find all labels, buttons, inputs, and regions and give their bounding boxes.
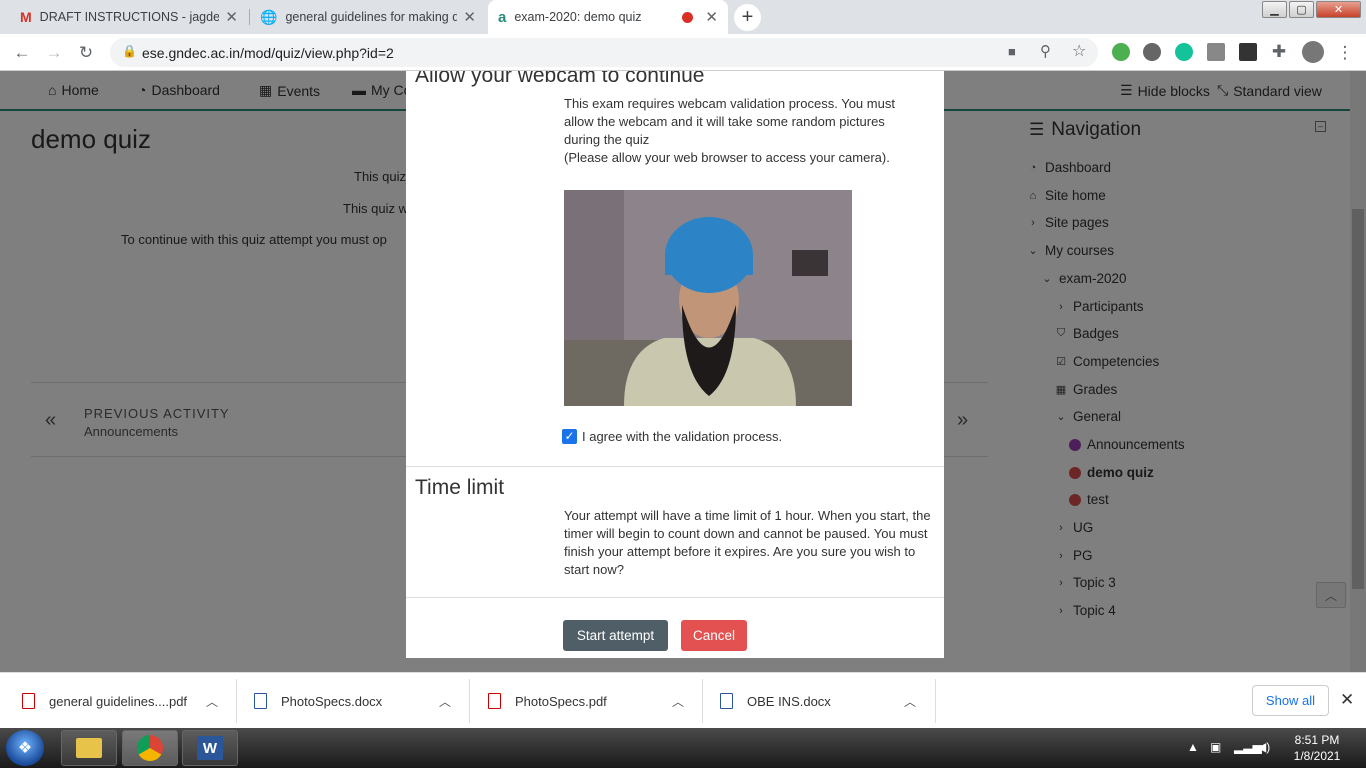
close-icon[interactable]: ✕ xyxy=(705,8,718,26)
download-filename: PhotoSpecs.pdf xyxy=(515,693,607,709)
windows-start-button[interactable]: ❖ xyxy=(6,730,44,766)
word-file-icon xyxy=(720,693,733,709)
extension-icon[interactable] xyxy=(1112,43,1130,61)
webcam-heading: Allow your webcam to continue xyxy=(415,71,705,87)
browser-tab-strip: M DRAFT INSTRUCTIONS - jagdeep ✕ 🌐 gener… xyxy=(0,0,1366,34)
windows-taskbar: ❖ W ▲ ▣ ▂▃▅ ◀) 8:51 PM 1/8/2021 xyxy=(0,728,1366,768)
extension-icon[interactable] xyxy=(1143,43,1161,61)
download-item[interactable]: OBE INS.docx ︿ xyxy=(720,673,934,729)
action-center-icon[interactable]: ▣ xyxy=(1210,740,1221,754)
clock-date: 1/8/2021 xyxy=(1293,749,1341,763)
star-icon[interactable]: ☆ xyxy=(1072,41,1086,61)
tab-title: general guidelines for making qu xyxy=(285,10,458,24)
download-item[interactable]: PhotoSpecs.docx ︿ xyxy=(254,673,468,729)
lock-icon: 🔒 xyxy=(122,44,137,58)
page-content: ⌂Home ◔Dashboard ▦Events ▬My Co ☰Hide bl… xyxy=(0,71,1366,672)
taskbar-explorer[interactable] xyxy=(61,730,117,766)
volume-icon[interactable]: ◀) xyxy=(1257,740,1270,754)
download-item[interactable]: PhotoSpecs.pdf ︿ xyxy=(488,673,702,729)
system-clock[interactable]: 8:51 PM 1/8/2021 xyxy=(1286,732,1348,764)
close-icon[interactable]: ✕ xyxy=(1340,690,1354,710)
pdf-extension-icon[interactable] xyxy=(1207,43,1225,61)
divider xyxy=(469,679,470,723)
recording-icon xyxy=(682,11,694,23)
webcam-text: This exam requires webcam validation pro… xyxy=(564,96,895,147)
chevron-up-icon[interactable]: ︿ xyxy=(439,693,451,710)
tab-demo-quiz[interactable]: a exam-2020: demo quiz ✕ xyxy=(488,0,728,34)
windows-logo-icon: ❖ xyxy=(17,740,33,757)
download-filename: PhotoSpecs.docx xyxy=(281,693,383,709)
downloads-bar: general guidelines....pdf ︿ PhotoSpecs.d… xyxy=(0,672,1366,728)
avatar[interactable] xyxy=(1302,41,1324,63)
download-item[interactable]: general guidelines....pdf ︿ xyxy=(22,673,236,729)
back-icon[interactable]: ← xyxy=(11,42,33,64)
webcam-description: This exam requires webcam validation pro… xyxy=(564,95,924,167)
tab-guidelines[interactable]: 🌐 general guidelines for making qu ✕ xyxy=(250,0,486,34)
address-bar[interactable]: 🔒 ese.gndec.ac.in/mod/quiz/view.php?id=2… xyxy=(110,38,1098,67)
chrome-icon xyxy=(137,735,163,761)
word-icon: W xyxy=(197,736,223,760)
grammarly-icon[interactable] xyxy=(1175,43,1193,61)
show-all-downloads-button[interactable]: Show all xyxy=(1252,685,1329,716)
menu-icon[interactable]: ⋮ xyxy=(1334,42,1356,64)
minimize-button[interactable]: ▁ xyxy=(1262,1,1287,18)
taskbar-word[interactable]: W xyxy=(182,730,238,766)
word-file-icon xyxy=(254,693,267,709)
maximize-button[interactable]: ▢ xyxy=(1289,1,1314,18)
folder-icon xyxy=(76,738,102,758)
divider xyxy=(236,679,237,723)
extension-icon[interactable] xyxy=(1239,43,1257,61)
browser-toolbar: ← → ↻ 🔒 ese.gndec.ac.in/mod/quiz/view.ph… xyxy=(0,34,1366,71)
agree-checkbox-row[interactable]: ✓ I agree with the validation process. xyxy=(562,429,782,444)
gmail-icon: M xyxy=(20,9,32,25)
start-attempt-button[interactable]: Start attempt xyxy=(563,620,668,651)
pdf-file-icon xyxy=(488,693,501,709)
taskbar-chrome[interactable] xyxy=(122,730,178,766)
divider xyxy=(406,597,944,598)
zoom-icon[interactable]: ⚲ xyxy=(1040,42,1051,60)
tab-gmail[interactable]: M DRAFT INSTRUCTIONS - jagdeep ✕ xyxy=(10,0,248,34)
globe-icon: 🌐 xyxy=(260,8,278,25)
pdf-file-icon xyxy=(22,693,35,709)
download-filename: general guidelines....pdf xyxy=(49,693,188,709)
divider xyxy=(702,679,703,723)
reload-icon[interactable]: ↻ xyxy=(75,42,97,64)
close-icon[interactable]: ✕ xyxy=(225,8,238,26)
chevron-up-icon[interactable]: ︿ xyxy=(206,693,218,710)
tab-title: exam-2020: demo quiz xyxy=(514,10,642,24)
time-limit-text: Your attempt will have a time limit of 1… xyxy=(564,508,931,577)
tab-title: DRAFT INSTRUCTIONS - jagdeep xyxy=(39,10,220,24)
puzzle-icon[interactable]: ✚ xyxy=(1268,41,1290,63)
forward-icon[interactable]: → xyxy=(43,42,65,64)
webcam-feed-image xyxy=(564,190,852,406)
close-icon[interactable]: ✕ xyxy=(463,8,476,26)
webcam-note: (Please allow your web browser to access… xyxy=(564,150,890,165)
divider xyxy=(935,679,936,723)
moodle-icon: a xyxy=(498,8,507,26)
chevron-up-icon[interactable]: ︿ xyxy=(672,693,684,710)
url-text: ese.gndec.ac.in/mod/quiz/view.php?id=2 xyxy=(142,44,394,61)
new-tab-button[interactable]: + xyxy=(734,4,761,31)
agree-label: I agree with the validation process. xyxy=(582,429,783,444)
show-hidden-icons-icon[interactable]: ▲ xyxy=(1187,740,1199,754)
cancel-button[interactable]: Cancel xyxy=(681,620,747,651)
time-limit-heading: Time limit xyxy=(415,476,505,499)
agree-checkbox[interactable]: ✓ xyxy=(562,429,577,444)
camera-icon[interactable]: ■ xyxy=(1008,44,1016,59)
start-attempt-dialog: Allow your webcam to continue This exam … xyxy=(406,71,944,658)
divider xyxy=(406,466,944,467)
chevron-up-icon[interactable]: ︿ xyxy=(904,693,916,710)
clock-time: 8:51 PM xyxy=(1294,733,1340,747)
window-close-button[interactable]: ✕ xyxy=(1316,1,1361,18)
webcam-preview xyxy=(564,190,852,406)
download-filename: OBE INS.docx xyxy=(747,693,831,709)
